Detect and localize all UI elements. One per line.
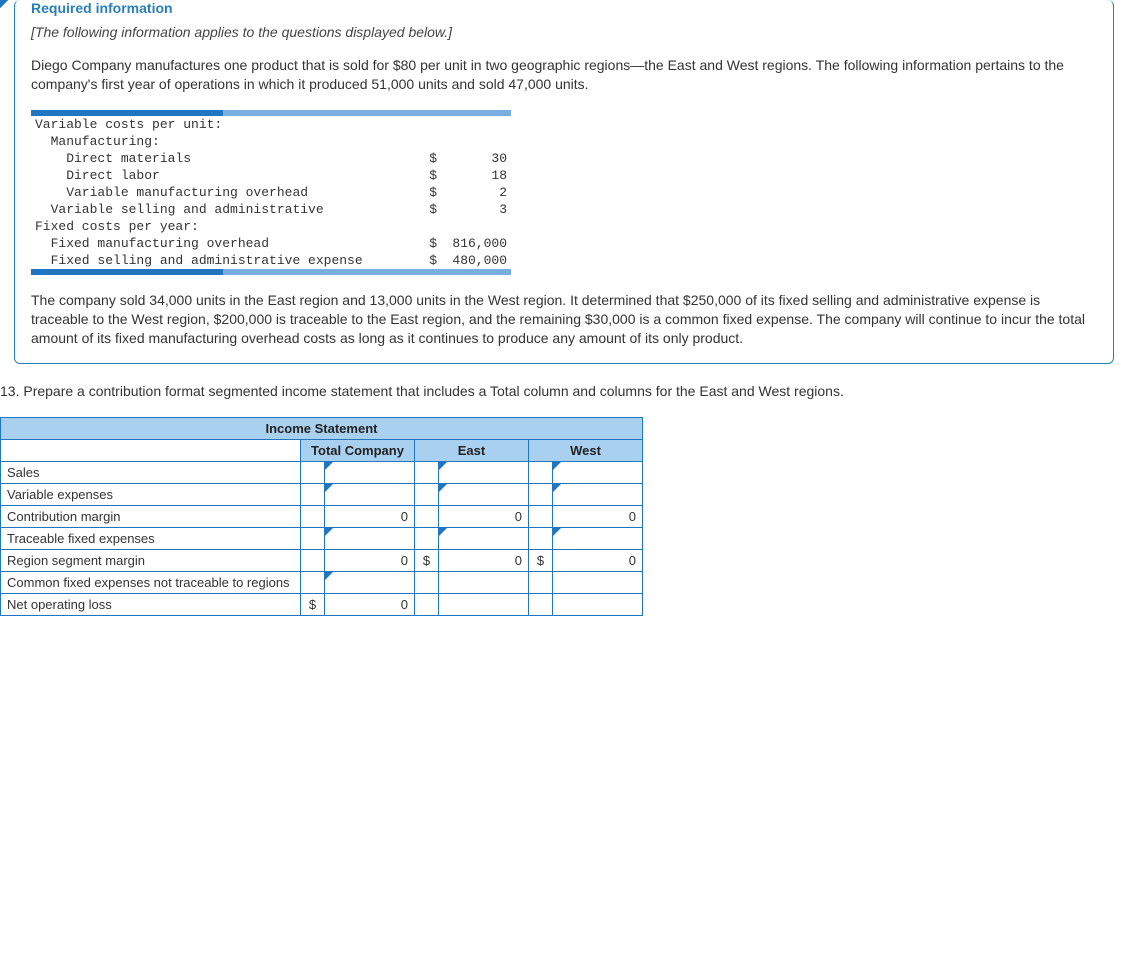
cost-label-vsa: Variable selling and administrative — [31, 201, 411, 218]
cost-amt-vmo: 2 — [441, 184, 511, 201]
label-netloss[interactable]: Net operating loss — [1, 594, 301, 616]
cost-sym-fmo: $ — [411, 235, 441, 252]
required-info-box: Required information [The following info… — [14, 0, 1114, 364]
col-header-total: Total Company — [301, 440, 415, 462]
input-sales-east[interactable] — [439, 462, 529, 484]
cost-data-block: Variable costs per unit: Manufacturing: … — [31, 110, 1097, 275]
col-header-east: East — [415, 440, 529, 462]
sym-common-total[interactable] — [301, 572, 325, 594]
income-title: Income Statement — [1, 418, 643, 440]
cost-label-vmo: Variable manufacturing overhead — [31, 184, 411, 201]
row-sales: Sales — [1, 462, 643, 484]
input-sales-total[interactable] — [325, 462, 415, 484]
cost-label-dm: Direct materials — [31, 150, 411, 167]
input-varexp-west[interactable] — [553, 484, 643, 506]
label-sales[interactable]: Sales — [1, 462, 301, 484]
sym-seg-total — [301, 550, 325, 572]
blank-nl-east — [439, 594, 529, 616]
row-net-operating-loss: Net operating loss $ 0 — [1, 594, 643, 616]
blank-common-west-sym — [529, 572, 553, 594]
sym-cm-total — [301, 506, 325, 528]
row-traceable-fixed: Traceable fixed expenses — [1, 528, 643, 550]
label-segmargin[interactable]: Region segment margin — [1, 550, 301, 572]
row-common-fixed: Common fixed expenses not traceable to r… — [1, 572, 643, 594]
sym-sales-east[interactable] — [415, 462, 439, 484]
cost-label-dl: Direct labor — [31, 167, 411, 184]
cost-table: Variable costs per unit: Manufacturing: … — [31, 116, 511, 269]
sym-seg-west: $ — [529, 550, 553, 572]
problem-para-1: Diego Company manufactures one product t… — [31, 56, 1097, 94]
sym-varexp-total[interactable] — [301, 484, 325, 506]
input-trace-total[interactable] — [325, 528, 415, 550]
sym-sales-total[interactable] — [301, 462, 325, 484]
divider-bottom — [31, 269, 511, 275]
row-variable-expenses: Variable expenses — [1, 484, 643, 506]
calc-nl-total: 0 — [325, 594, 415, 616]
sym-cm-west — [529, 506, 553, 528]
cost-amt-dm: 30 — [441, 150, 511, 167]
cost-amt-dl: 18 — [441, 167, 511, 184]
blank-common-west — [553, 572, 643, 594]
cost-sym-dm: $ — [411, 150, 441, 167]
income-statement-wrap: Income Statement Total Company East West… — [0, 417, 1128, 616]
cost-label-fmo: Fixed manufacturing overhead — [31, 235, 411, 252]
input-trace-west[interactable] — [553, 528, 643, 550]
cost-sym-fsa: $ — [411, 252, 441, 269]
calc-seg-west: 0 — [553, 550, 643, 572]
input-common-total[interactable] — [325, 572, 415, 594]
sym-seg-east: $ — [415, 550, 439, 572]
input-trace-east[interactable] — [439, 528, 529, 550]
cost-heading-mfg: Manufacturing: — [31, 133, 511, 150]
blank-nl-west-sym — [529, 594, 553, 616]
cost-label-fsa: Fixed selling and administrative expense — [31, 252, 411, 269]
income-statement-table: Income Statement Total Company East West… — [0, 417, 643, 616]
calc-cm-total: 0 — [325, 506, 415, 528]
sym-cm-east — [415, 506, 439, 528]
blank-nl-west — [553, 594, 643, 616]
sym-varexp-east[interactable] — [415, 484, 439, 506]
row-contribution-margin: Contribution margin 0 0 0 — [1, 506, 643, 528]
cost-heading-varunit: Variable costs per unit: — [31, 116, 511, 133]
label-cm[interactable]: Contribution margin — [1, 506, 301, 528]
cost-sym-dl: $ — [411, 167, 441, 184]
calc-seg-east: 0 — [439, 550, 529, 572]
sym-trace-west[interactable] — [529, 528, 553, 550]
calc-seg-total: 0 — [325, 550, 415, 572]
cost-amt-vsa: 3 — [441, 201, 511, 218]
row-segment-margin: Region segment margin 0 $ 0 $ 0 — [1, 550, 643, 572]
applies-msg: [The following information applies to th… — [31, 24, 1097, 40]
sym-nl-total: $ — [301, 594, 325, 616]
col-header-west: West — [529, 440, 643, 462]
cost-heading-fixed: Fixed costs per year: — [31, 218, 511, 235]
sym-sales-west[interactable] — [529, 462, 553, 484]
problem-para-2: The company sold 34,000 units in the Eas… — [31, 291, 1097, 348]
label-common[interactable]: Common fixed expenses not traceable to r… — [1, 572, 301, 594]
required-title: Required information — [31, 0, 1097, 16]
cost-sym-vsa: $ — [411, 201, 441, 218]
sym-trace-total[interactable] — [301, 528, 325, 550]
blank-common-east — [439, 572, 529, 594]
cost-amt-fsa: 480,000 — [441, 252, 511, 269]
label-trace[interactable]: Traceable fixed expenses — [1, 528, 301, 550]
label-varexp[interactable]: Variable expenses — [1, 484, 301, 506]
blank-corner — [1, 440, 301, 462]
input-sales-west[interactable] — [553, 462, 643, 484]
calc-cm-west: 0 — [553, 506, 643, 528]
blank-common-east-sym — [415, 572, 439, 594]
input-varexp-east[interactable] — [439, 484, 529, 506]
question-text: 13. Prepare a contribution format segmen… — [0, 382, 1114, 401]
cost-amt-fmo: 816,000 — [441, 235, 511, 252]
sym-varexp-west[interactable] — [529, 484, 553, 506]
sym-trace-east[interactable] — [415, 528, 439, 550]
blank-nl-east-sym — [415, 594, 439, 616]
cost-sym-vmo: $ — [411, 184, 441, 201]
input-varexp-total[interactable] — [325, 484, 415, 506]
calc-cm-east: 0 — [439, 506, 529, 528]
